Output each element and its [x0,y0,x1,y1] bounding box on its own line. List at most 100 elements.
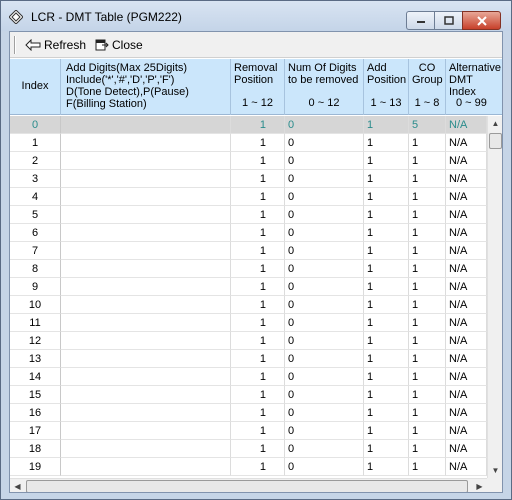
row-num-digits-cell[interactable]: 0 [285,368,364,386]
row-alt-dmt-index-cell[interactable]: N/A [446,422,487,440]
scroll-left-icon[interactable]: ◀ [10,479,25,492]
row-add-position-cell[interactable]: 1 [364,170,409,188]
row-add-position-cell[interactable]: 1 [364,458,409,476]
table-row[interactable]: 13 1 0 1 1 N/A [10,350,487,368]
row-index-cell[interactable]: 16 [10,404,61,422]
row-alt-dmt-index-cell[interactable]: N/A [446,332,487,350]
table-row[interactable]: 14 1 0 1 1 N/A [10,368,487,386]
row-add-position-cell[interactable]: 1 [364,260,409,278]
row-add-digits-cell[interactable] [61,170,231,188]
row-num-digits-cell[interactable]: 0 [285,260,364,278]
row-co-group-cell[interactable]: 1 [409,440,446,458]
row-index-cell[interactable]: 17 [10,422,61,440]
row-co-group-cell[interactable]: 1 [409,404,446,422]
table-row[interactable]: 10 1 0 1 1 N/A [10,296,487,314]
row-removal-position-cell[interactable]: 1 [231,296,285,314]
row-add-position-cell[interactable]: 1 [364,242,409,260]
row-add-digits-cell[interactable] [61,314,231,332]
row-index-cell[interactable]: 6 [10,224,61,242]
row-removal-position-cell[interactable]: 1 [231,260,285,278]
row-co-group-cell[interactable]: 1 [409,422,446,440]
row-alt-dmt-index-cell[interactable]: N/A [446,440,487,458]
row-alt-dmt-index-cell[interactable]: N/A [446,368,487,386]
table-row[interactable]: 17 1 0 1 1 N/A [10,422,487,440]
row-add-position-cell[interactable]: 1 [364,206,409,224]
row-add-digits-cell[interactable] [61,422,231,440]
row-add-position-cell[interactable]: 1 [364,440,409,458]
close-button[interactable]: Close [95,37,143,53]
table-row[interactable]: 4 1 0 1 1 N/A [10,188,487,206]
row-removal-position-cell[interactable]: 1 [231,242,285,260]
row-co-group-cell[interactable]: 1 [409,224,446,242]
row-removal-position-cell[interactable]: 1 [231,188,285,206]
row-alt-dmt-index-cell[interactable]: N/A [446,314,487,332]
row-removal-position-cell[interactable]: 1 [231,386,285,404]
row-removal-position-cell[interactable]: 1 [231,170,285,188]
row-num-digits-cell[interactable]: 0 [285,152,364,170]
row-add-position-cell[interactable]: 1 [364,134,409,152]
row-add-digits-cell[interactable] [61,260,231,278]
row-removal-position-cell[interactable]: 1 [231,422,285,440]
row-add-digits-cell[interactable] [61,242,231,260]
row-num-digits-cell[interactable]: 0 [285,404,364,422]
row-removal-position-cell[interactable]: 1 [231,278,285,296]
row-removal-position-cell[interactable]: 1 [231,404,285,422]
row-co-group-cell[interactable]: 1 [409,368,446,386]
row-alt-dmt-index-cell[interactable]: N/A [446,134,487,152]
column-header-co-group[interactable]: CO Group 1 ~ 8 [409,59,446,115]
row-num-digits-cell[interactable]: 0 [285,332,364,350]
row-co-group-cell[interactable]: 1 [409,386,446,404]
row-add-digits-cell[interactable] [61,206,231,224]
row-co-group-cell[interactable]: 1 [409,152,446,170]
row-removal-position-cell[interactable]: 1 [231,368,285,386]
row-num-digits-cell[interactable]: 0 [285,422,364,440]
row-removal-position-cell[interactable]: 1 [231,224,285,242]
row-index-cell[interactable]: 13 [10,350,61,368]
row-alt-dmt-index-cell[interactable]: N/A [446,386,487,404]
refresh-button[interactable]: Refresh [25,37,86,53]
column-header-add-position[interactable]: Add Position 1 ~ 13 [364,59,409,115]
row-add-digits-cell[interactable] [61,134,231,152]
row-add-digits-cell[interactable] [61,404,231,422]
row-alt-dmt-index-cell[interactable]: N/A [446,170,487,188]
table-row[interactable]: 8 1 0 1 1 N/A [10,260,487,278]
row-add-digits-cell[interactable] [61,152,231,170]
row-alt-dmt-index-cell[interactable]: N/A [446,116,487,134]
row-co-group-cell[interactable]: 1 [409,260,446,278]
table-row[interactable]: 19 1 0 1 1 N/A [10,458,487,476]
row-add-digits-cell[interactable] [61,458,231,476]
table-row[interactable]: 16 1 0 1 1 N/A [10,404,487,422]
row-co-group-cell[interactable]: 1 [409,350,446,368]
row-add-digits-cell[interactable] [61,278,231,296]
table-row[interactable]: 18 1 0 1 1 N/A [10,440,487,458]
column-header-removal-position[interactable]: Removal Position 1 ~ 12 [231,59,285,115]
table-row[interactable]: 11 1 0 1 1 N/A [10,314,487,332]
row-num-digits-cell[interactable]: 0 [285,134,364,152]
row-num-digits-cell[interactable]: 0 [285,224,364,242]
row-num-digits-cell[interactable]: 0 [285,116,364,134]
row-index-cell[interactable]: 18 [10,440,61,458]
horizontal-scrollbar[interactable]: ◀ ▶ [10,478,487,492]
row-num-digits-cell[interactable]: 0 [285,386,364,404]
table-row[interactable]: 9 1 0 1 1 N/A [10,278,487,296]
row-index-cell[interactable]: 8 [10,260,61,278]
scroll-right-icon[interactable]: ▶ [472,479,487,492]
column-header-index[interactable]: Index [10,59,61,115]
row-removal-position-cell[interactable]: 1 [231,440,285,458]
row-co-group-cell[interactable]: 1 [409,242,446,260]
row-num-digits-cell[interactable]: 0 [285,350,364,368]
column-header-add-digits[interactable]: Add Digits(Max 25Digits) Include('*','#'… [61,59,231,115]
row-removal-position-cell[interactable]: 1 [231,332,285,350]
row-add-digits-cell[interactable] [61,188,231,206]
row-co-group-cell[interactable]: 1 [409,458,446,476]
row-alt-dmt-index-cell[interactable]: N/A [446,206,487,224]
row-alt-dmt-index-cell[interactable]: N/A [446,260,487,278]
row-add-digits-cell[interactable] [61,440,231,458]
row-index-cell[interactable]: 2 [10,152,61,170]
scroll-down-icon[interactable]: ▼ [488,463,502,478]
row-add-position-cell[interactable]: 1 [364,404,409,422]
vertical-scroll-thumb[interactable] [489,133,502,149]
row-num-digits-cell[interactable]: 0 [285,170,364,188]
row-index-cell[interactable]: 12 [10,332,61,350]
row-removal-position-cell[interactable]: 1 [231,116,285,134]
